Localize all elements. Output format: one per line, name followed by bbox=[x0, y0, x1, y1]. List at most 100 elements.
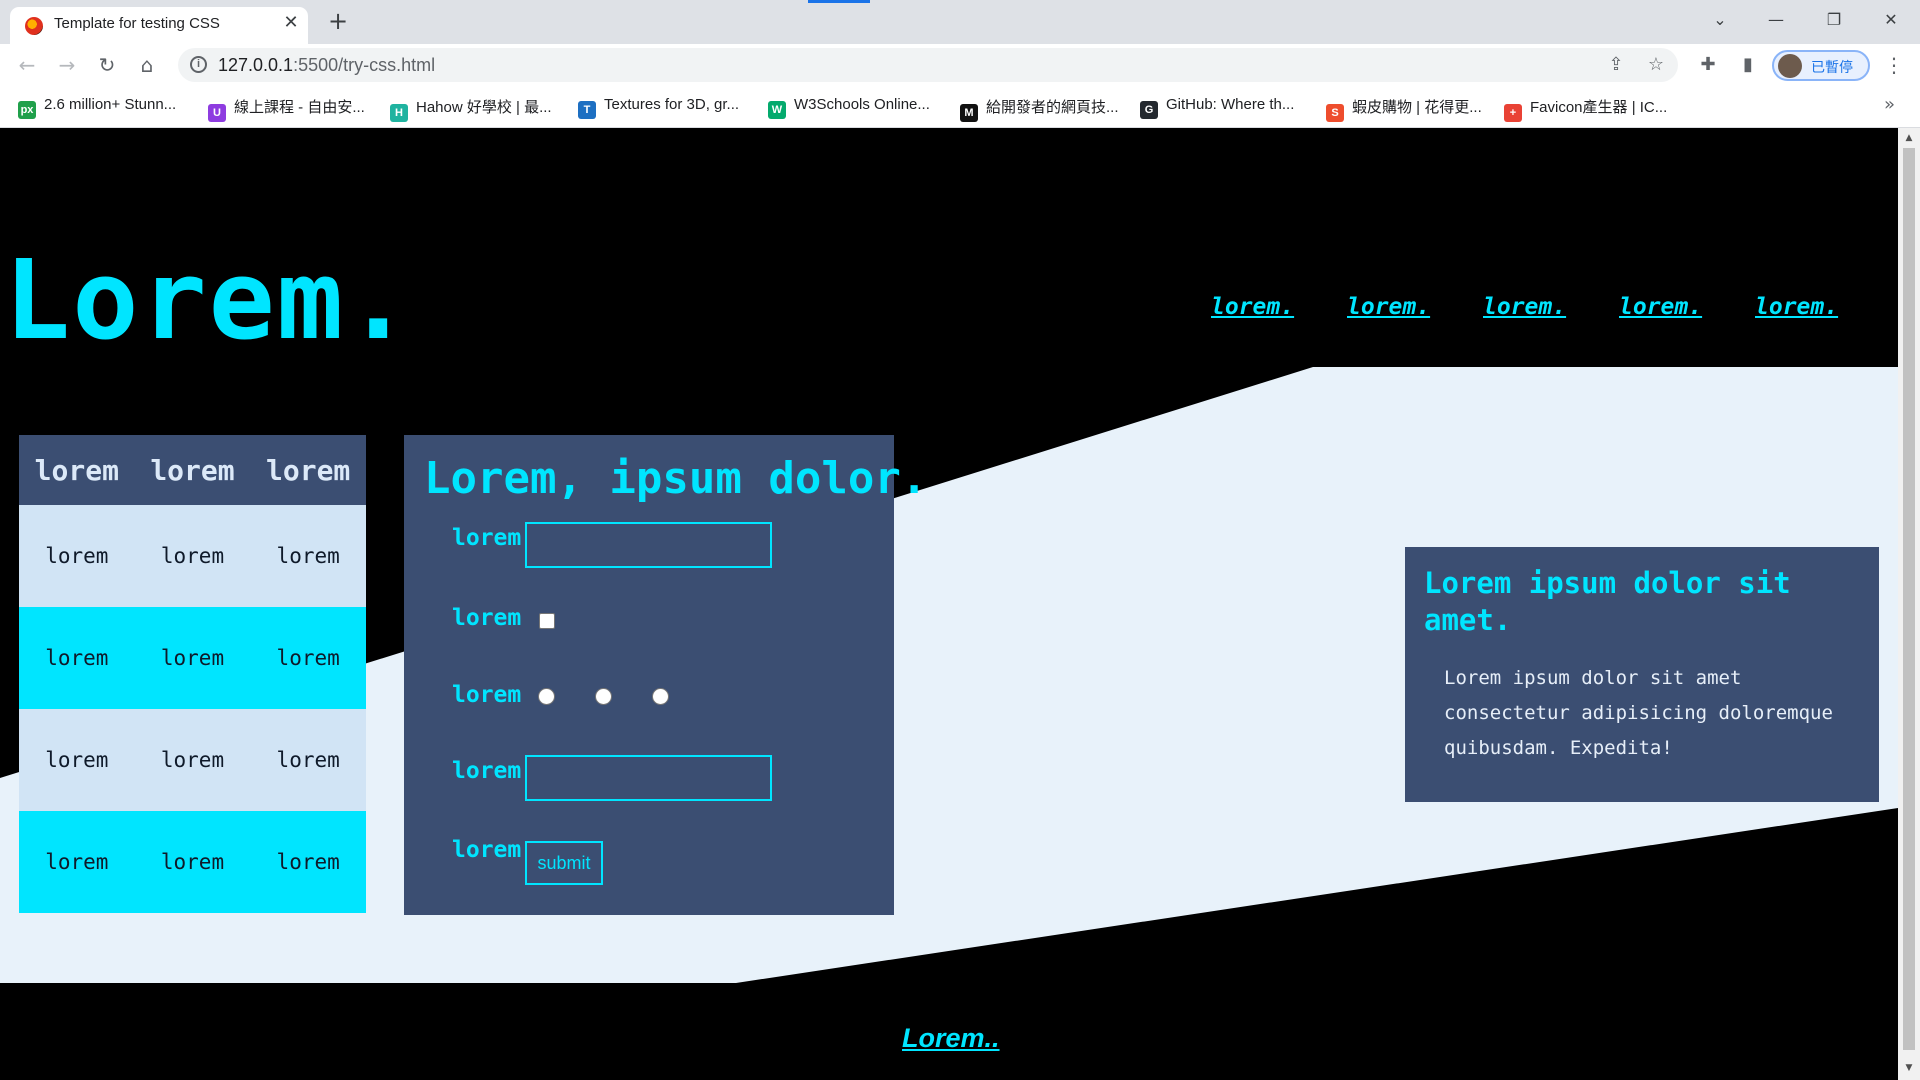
radio-option-3[interactable] bbox=[652, 688, 669, 705]
column-header: lorem bbox=[19, 435, 135, 505]
footer-link[interactable]: Lorem.. bbox=[902, 1023, 1000, 1054]
table-cell: lorem bbox=[250, 607, 366, 709]
data-table: lorem lorem lorem lorem lorem lorem lore… bbox=[19, 435, 366, 913]
favicon-icon bbox=[25, 17, 43, 35]
browser-toolbar: ← → ↻ ⌂ i 127.0.0.1:5500/try-css.html ⇪ … bbox=[0, 44, 1920, 86]
bookmark-item[interactable]: U 線上課程 - 自由安... bbox=[208, 96, 365, 122]
active-tab[interactable]: Template for testing CSS ✕ bbox=[10, 7, 308, 44]
reload-button[interactable]: ↻ bbox=[94, 52, 120, 78]
bookmark-label: 線上課程 - 自由安... bbox=[234, 99, 365, 116]
bookmark-label: Textures for 3D, gr... bbox=[604, 96, 740, 113]
tab-search-button[interactable]: ⌄ bbox=[1700, 8, 1740, 32]
bookmark-star-icon[interactable]: ☆ bbox=[1644, 53, 1668, 77]
card-title: Lorem ipsum dolor sit amet. bbox=[1424, 566, 1791, 637]
bookmark-item[interactable]: M 給開發者的網頁技... bbox=[960, 96, 1119, 122]
page-scrollbar[interactable]: ▲ ▼ bbox=[1898, 128, 1920, 1080]
column-header: lorem bbox=[250, 435, 366, 505]
profile-status-label: 已暫停 bbox=[1811, 60, 1853, 76]
table-row: lorem lorem lorem bbox=[19, 607, 366, 709]
profile-button[interactable]: 已暫停 bbox=[1772, 50, 1870, 81]
minimize-button[interactable]: — bbox=[1756, 8, 1796, 32]
url-text[interactable]: 127.0.0.1:5500/try-css.html bbox=[218, 55, 435, 76]
hahow-icon: H bbox=[390, 104, 408, 122]
submit-label: lorem bbox=[452, 837, 522, 863]
table-cell: lorem bbox=[250, 709, 366, 811]
site-info-icon[interactable]: i bbox=[190, 56, 207, 73]
nav-link-1[interactable]: lorem. bbox=[1211, 294, 1294, 320]
tab-strip-indicator bbox=[808, 0, 870, 3]
bookmark-label: 蝦皮購物 | 花得更... bbox=[1352, 99, 1482, 116]
restore-button[interactable]: ❐ bbox=[1814, 8, 1854, 32]
bookmark-item[interactable]: + Favicon產生器 | IC... bbox=[1504, 96, 1668, 122]
table-cell: lorem bbox=[19, 607, 135, 709]
table-cell: lorem bbox=[250, 505, 366, 607]
bookmark-label: 2.6 million+ Stunn... bbox=[44, 96, 177, 113]
site-logo[interactable]: Lorem. bbox=[4, 245, 413, 355]
share-icon[interactable]: ⇪ bbox=[1604, 53, 1628, 77]
table-cell: lorem bbox=[19, 811, 135, 913]
bookmark-label: 給開發者的網頁技... bbox=[986, 99, 1119, 116]
close-tab-icon[interactable]: ✕ bbox=[280, 12, 302, 34]
w3schools-icon: W bbox=[768, 101, 786, 119]
column-header: lorem bbox=[134, 435, 251, 505]
radio-group-label: lorem bbox=[452, 682, 522, 708]
extensions-icon[interactable]: ✚ bbox=[1695, 52, 1721, 78]
checkbox[interactable] bbox=[539, 613, 555, 629]
text-input-2[interactable] bbox=[525, 755, 772, 801]
page-viewport: Lorem. lorem. lorem. lorem. lorem. lorem… bbox=[0, 128, 1898, 1080]
home-button[interactable]: ⌂ bbox=[134, 52, 160, 78]
table-cell: lorem bbox=[134, 607, 251, 709]
table-row: lorem lorem lorem bbox=[19, 505, 366, 607]
side-panel-icon[interactable]: ▮ bbox=[1735, 52, 1761, 78]
bookmark-item[interactable]: H Hahow 好學校 | 最... bbox=[390, 96, 552, 122]
nav-link-5[interactable]: lorem. bbox=[1755, 294, 1838, 320]
radio-option-1[interactable] bbox=[538, 688, 555, 705]
tab-title: Template for testing CSS bbox=[54, 15, 220, 32]
bookmark-label: Hahow 好學校 | 最... bbox=[416, 99, 552, 116]
course-icon: U bbox=[208, 104, 226, 122]
bookmark-item[interactable]: W W3Schools Online... bbox=[768, 96, 930, 119]
close-window-button[interactable]: ✕ bbox=[1871, 8, 1911, 32]
info-card: Lorem ipsum dolor sit amet. Lorem ipsum … bbox=[1405, 547, 1879, 802]
more-bookmarks-icon[interactable]: » bbox=[1884, 94, 1895, 115]
bookmark-label: Favicon產生器 | IC... bbox=[1530, 99, 1668, 116]
form-title: Lorem, ipsum dolor. bbox=[424, 453, 928, 504]
favicon-icon: + bbox=[1504, 104, 1522, 122]
table-cell: lorem bbox=[250, 811, 366, 913]
table-cell: lorem bbox=[19, 505, 135, 607]
github-icon: G bbox=[1140, 101, 1158, 119]
radio-option-2[interactable] bbox=[595, 688, 612, 705]
card-body: Lorem ipsum dolor sit amet consectetur a… bbox=[1444, 667, 1833, 759]
forward-button[interactable]: → bbox=[54, 52, 80, 78]
avatar bbox=[1778, 54, 1802, 78]
scrollbar-thumb[interactable] bbox=[1903, 148, 1915, 1050]
nav-link-2[interactable]: lorem. bbox=[1347, 294, 1430, 320]
bookmark-item[interactable]: px 2.6 million+ Stunn... bbox=[18, 96, 177, 119]
scroll-up-icon[interactable]: ▲ bbox=[1903, 132, 1915, 144]
back-button[interactable]: ← bbox=[14, 52, 40, 78]
textures-icon: T bbox=[578, 101, 596, 119]
bookmark-label: GitHub: Where th... bbox=[1166, 96, 1295, 113]
table-row: lorem lorem lorem bbox=[19, 709, 366, 811]
tab-strip: Template for testing CSS ✕ + ⌄ — ❐ ✕ bbox=[0, 0, 1920, 44]
checkbox-label: lorem bbox=[452, 605, 522, 631]
address-bar[interactable]: i 127.0.0.1:5500/try-css.html ⇪ ☆ bbox=[178, 48, 1678, 82]
nav-link-3[interactable]: lorem. bbox=[1483, 294, 1566, 320]
bookmark-item[interactable]: S 蝦皮購物 | 花得更... bbox=[1326, 96, 1482, 122]
submit-button[interactable]: submit bbox=[525, 841, 603, 885]
table-row: lorem lorem lorem bbox=[19, 811, 366, 913]
form-card: Lorem, ipsum dolor. lorem lorem lorem lo… bbox=[404, 435, 927, 915]
bookmark-item[interactable]: G GitHub: Where th... bbox=[1140, 96, 1295, 119]
nav-link-4[interactable]: lorem. bbox=[1619, 294, 1702, 320]
text-input-1[interactable] bbox=[525, 522, 772, 568]
scroll-down-icon[interactable]: ▼ bbox=[1903, 1062, 1915, 1074]
new-tab-button[interactable]: + bbox=[325, 9, 351, 35]
shopee-icon: S bbox=[1326, 104, 1344, 122]
text-field-label-2: lorem bbox=[452, 758, 522, 784]
table-cell: lorem bbox=[19, 709, 135, 811]
url-path: :5500/try-css.html bbox=[293, 55, 436, 75]
mdn-icon: M bbox=[960, 104, 978, 122]
bookmark-item[interactable]: T Textures for 3D, gr... bbox=[578, 96, 740, 119]
browser-menu-icon[interactable]: ⋮ bbox=[1884, 52, 1904, 78]
px-icon: px bbox=[18, 101, 36, 119]
